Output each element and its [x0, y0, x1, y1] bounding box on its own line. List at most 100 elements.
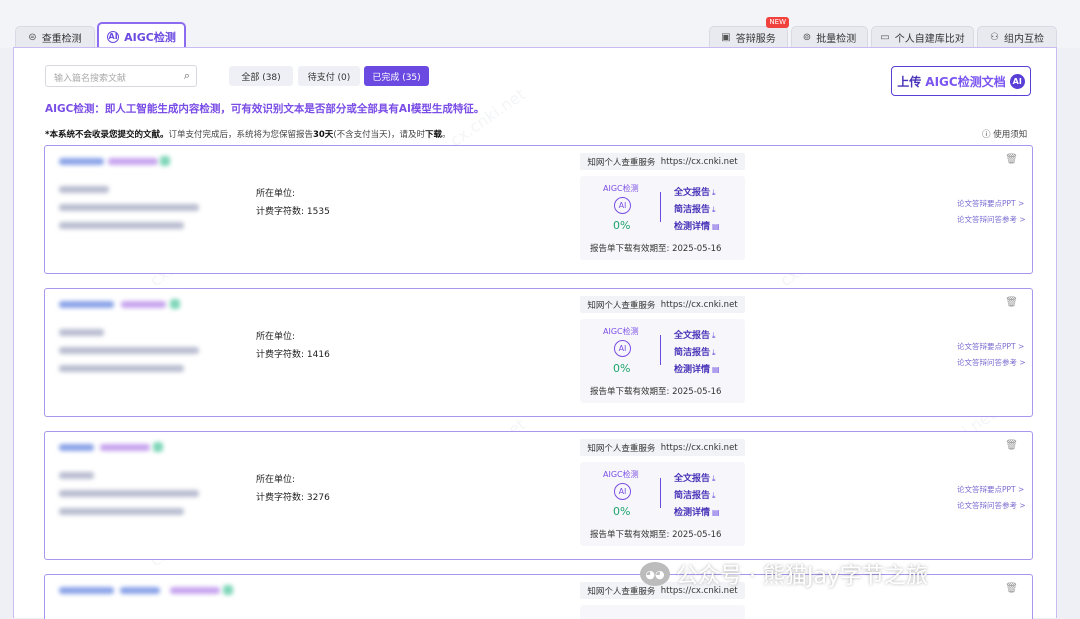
top-tab-bar: ⊜ 查重检测 AI AIGC检测 ▣ 答辩服务 NEW ⊚ 批量检测 ▭ 个人自…: [0, 0, 1080, 49]
detection-detail-link[interactable]: 检测详情 ▤: [674, 219, 720, 232]
link-label: 检测详情: [674, 365, 711, 375]
service-url: https://cx.cnki.net: [660, 156, 738, 167]
link-label: 全文报告: [674, 188, 711, 198]
notice-days: 30天: [312, 130, 334, 140]
report-card: 所在单位: 计费字符数: 3276 知网个人查重服务 https://cx.cn…: [44, 431, 1033, 560]
detection-detail-link[interactable]: 检测详情 ▤: [674, 505, 720, 518]
unit-label: 所在单位:: [256, 332, 296, 342]
filter-all[interactable]: 全部 (38): [229, 66, 293, 86]
ai-icon: AI: [107, 30, 120, 43]
detection-detail-link[interactable]: 检测详情 ▤: [674, 362, 720, 375]
trash-icon[interactable]: 🗑: [1005, 297, 1018, 308]
full-report-link[interactable]: 全文报告 ⤓: [674, 328, 716, 341]
service-info: 知网个人查重服务 https://cx.cnki.net: [580, 296, 745, 313]
trash-icon[interactable]: 🗑: [1005, 154, 1018, 165]
blurred-date: [59, 204, 199, 211]
search-input[interactable]: 输入篇名搜索文献 ⌕: [45, 65, 197, 87]
expiry-date: 报告单下载有效期至: 2025-05-16: [590, 244, 722, 254]
presentation-icon: ▣: [721, 32, 731, 43]
chart-icon: ▤: [712, 222, 720, 231]
aigc-label: AIGC检测: [603, 184, 639, 193]
service-info: 知网个人查重服务 https://cx.cnki.net: [580, 153, 745, 170]
defense-ppt-link[interactable]: 论文答辩要点PPT >: [957, 484, 1024, 495]
chart-icon: ▤: [712, 508, 720, 517]
aigc-label: AIGC检测: [603, 470, 639, 479]
defense-qa-link[interactable]: 论文答辩问答参考 >: [957, 357, 1026, 368]
blurred-info: [59, 508, 184, 515]
new-badge: NEW: [766, 17, 789, 28]
blurred-title: [108, 158, 158, 165]
wechat-icon: ◕◕: [640, 562, 670, 586]
brief-report-link[interactable]: 简洁报告 ⤓: [674, 488, 716, 501]
database-icon: ▭: [880, 32, 890, 43]
search-placeholder: 输入篇名搜索文献: [54, 74, 127, 84]
defense-qa-link[interactable]: 论文答辩问答参考 >: [957, 214, 1026, 225]
aigc-result-box: AIGC检测 AI 0% 全文报告 ⤓ 简洁报告 ⤓ 检测详情 ▤ 报告单下载有效期至…: [580, 176, 745, 260]
tab-group-check[interactable]: ⚇ 组内互检: [977, 26, 1057, 48]
unit-label: 所在单位:: [256, 475, 296, 485]
download-icon: ⤓: [712, 205, 716, 214]
service-url: https://cx.cnki.net: [660, 442, 738, 453]
usage-help-link[interactable]: ⓘ 使用须知: [982, 128, 1027, 140]
help-icon: ⓘ: [982, 130, 991, 140]
blurred-date: [59, 347, 199, 354]
ai-badge-icon: AI: [1009, 73, 1025, 89]
service-info: 知网个人查重服务 https://cx.cnki.net: [580, 439, 745, 456]
filter-pending[interactable]: 待支付 (0): [298, 66, 360, 86]
search-icon[interactable]: ⌕: [184, 69, 190, 83]
chart-icon: ▤: [712, 365, 720, 374]
full-report-link[interactable]: 全文报告 ⤓: [674, 185, 716, 198]
brief-report-link[interactable]: 简洁报告 ⤓: [674, 345, 716, 358]
filter-completed[interactable]: 已完成 (35): [364, 66, 429, 86]
watermark-text: 公众号 · 熊猫Jay字节之旅: [676, 564, 928, 589]
ai-icon: AI: [614, 197, 631, 214]
notice-bold: *本系统不会收录您提交的文献。: [45, 130, 169, 140]
blurred-badge: [160, 156, 170, 166]
blurred-info: [59, 222, 184, 229]
link-label: 检测详情: [674, 222, 711, 232]
tab-aigc-check[interactable]: AI AIGC检测: [97, 22, 186, 49]
download-icon: ⤓: [712, 474, 716, 483]
retention-notice: *本系统不会收录您提交的文献。订单支付完成后，系统将为您保留报告30天(不含支付…: [45, 128, 450, 140]
notice-text2: (不含支付当天)，请及时: [333, 130, 425, 140]
tab-label: AIGC检测: [124, 30, 176, 44]
aigc-result-box: [580, 605, 745, 619]
tab-personal-database[interactable]: ▭ 个人自建库比对: [871, 26, 974, 48]
download-icon: ⤓: [712, 348, 716, 357]
link-label: 简洁报告: [674, 348, 711, 358]
group-icon: ⚇: [990, 32, 999, 43]
tab-label: 答辩服务: [735, 34, 776, 45]
download-icon: ⤓: [712, 331, 716, 340]
upload-aigc-button[interactable]: 上传 AIGC检测文档 AI: [891, 66, 1031, 96]
blurred-author: [59, 472, 94, 479]
service-url: https://cx.cnki.net: [660, 299, 738, 310]
full-report-link[interactable]: 全文报告 ⤓: [674, 471, 716, 484]
tab-plagiarism-check[interactable]: ⊜ 查重检测: [15, 26, 95, 48]
ai-icon: AI: [614, 483, 631, 500]
trash-icon[interactable]: 🗑: [1005, 583, 1018, 594]
unit-label: 所在单位:: [256, 189, 296, 199]
tab-batch-check[interactable]: ⊚ 批量检测: [791, 26, 868, 48]
main-panel: cx.cnki.net cx.cnki.net cx.cnki.net cx.c…: [13, 47, 1057, 619]
expiry-date: 报告单下载有效期至: 2025-05-16: [590, 530, 722, 540]
brief-report-link[interactable]: 简洁报告 ⤓: [674, 202, 716, 215]
aigc-percentage: 0%: [613, 505, 631, 518]
tab-defense-service[interactable]: ▣ 答辩服务 NEW: [709, 17, 789, 48]
download-icon: ⤓: [712, 188, 716, 197]
blurred-title: [59, 301, 114, 308]
trash-icon[interactable]: 🗑: [1005, 440, 1018, 451]
tab-label: 查重检测: [41, 34, 82, 45]
defense-qa-link[interactable]: 论文答辩问答参考 >: [957, 500, 1026, 511]
blurred-title: [100, 444, 150, 451]
defense-ppt-link[interactable]: 论文答辩要点PPT >: [957, 341, 1024, 352]
blurred-title: [59, 444, 94, 451]
tab-label: 批量检测: [816, 34, 857, 45]
blurred-info: [59, 365, 184, 372]
defense-ppt-link[interactable]: 论文答辩要点PPT >: [957, 198, 1024, 209]
upload-prefix: 上传: [897, 74, 922, 89]
ai-icon: AI: [614, 340, 631, 357]
report-card: 所在单位: 计费字符数: 1416 知网个人查重服务 https://cx.cn…: [44, 288, 1033, 417]
expiry-date: 报告单下载有效期至: 2025-05-16: [590, 387, 722, 397]
tab-label: 个人自建库比对: [894, 34, 965, 45]
blurred-badge: [223, 585, 233, 595]
